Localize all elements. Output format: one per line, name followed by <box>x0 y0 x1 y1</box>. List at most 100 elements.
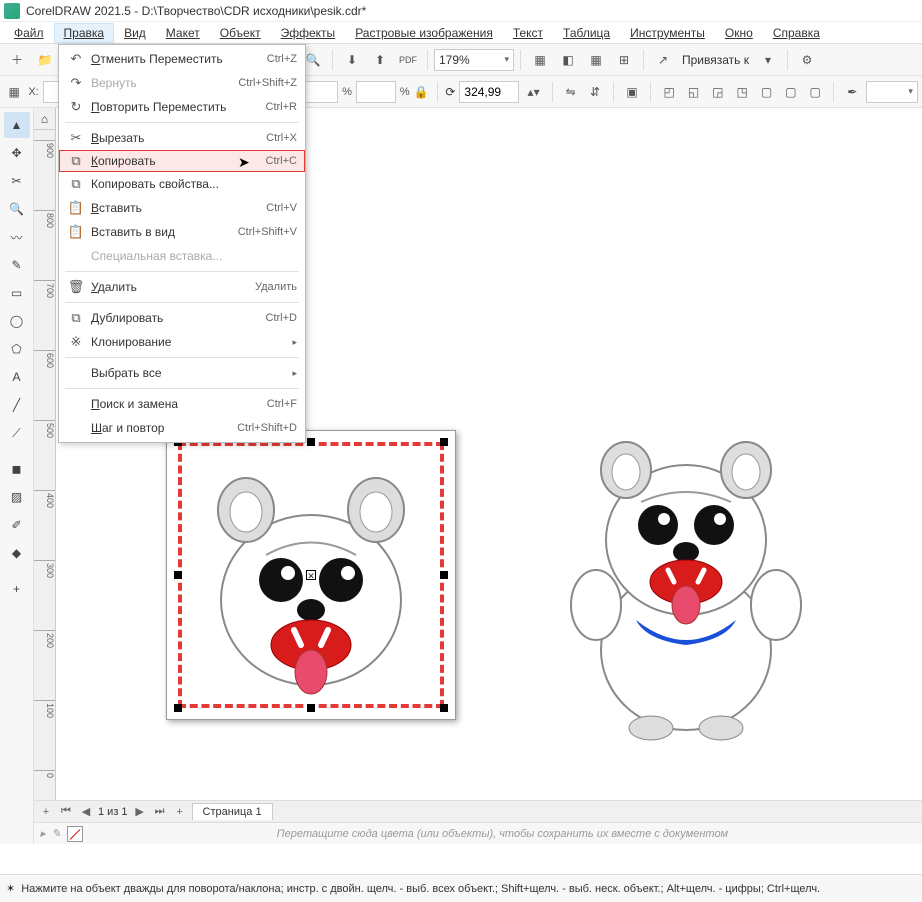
new-button[interactable]: ＋ <box>4 47 30 73</box>
document-palette[interactable]: ▸ ✎ Перетащите сюда цвета (или объекты),… <box>34 822 922 844</box>
menu-item-копировать[interactable]: ⧉КопироватьCtrl+C <box>59 150 305 172</box>
align-4[interactable]: ◳ <box>732 79 752 105</box>
menu-help[interactable]: Справка <box>763 23 830 43</box>
snap-label[interactable]: Привязать к <box>678 53 753 67</box>
menu-item-копировать-свойства...[interactable]: ⧉Копировать свойства... <box>59 172 305 196</box>
menu-item-поиск-и-замена[interactable]: Поиск и заменаCtrl+F <box>59 392 305 416</box>
snap-dropdown[interactable]: ▾ <box>755 47 781 73</box>
crop-tool[interactable]: ✂ <box>4 168 30 194</box>
eyedropper-icon[interactable]: ✎ <box>52 827 61 840</box>
menu-item-клонирование[interactable]: ※Клонирование▸ <box>59 330 305 354</box>
add-page-after-button[interactable]: + <box>172 804 188 820</box>
menu-file[interactable]: Файл <box>4 23 54 43</box>
artwork-dog-head[interactable] <box>206 470 416 700</box>
preview-button[interactable]: ◧ <box>555 47 581 73</box>
menu-item-вставить[interactable]: 📋ВставитьCtrl+V <box>59 196 305 220</box>
menu-item-шаг-и-повтор[interactable]: Шаг и повторCtrl+Shift+D <box>59 416 305 440</box>
align-3[interactable]: ◲ <box>708 79 728 105</box>
options-button[interactable]: ⚙ <box>794 47 820 73</box>
outline-width-combo[interactable] <box>866 81 918 103</box>
menu-edit[interactable]: Правка <box>54 23 115 43</box>
next-page-button[interactable]: ▶ <box>132 804 148 820</box>
grid-button[interactable]: ▦ <box>583 47 609 73</box>
zoom-tool[interactable]: 🔍 <box>4 196 30 222</box>
lock-icon[interactable]: 🔒 <box>414 85 429 99</box>
rectangle-tool[interactable]: ▭ <box>4 280 30 306</box>
menu-text[interactable]: Текст <box>503 23 553 43</box>
ellipse-tool[interactable]: ◯ <box>4 308 30 334</box>
eyedropper-tool[interactable]: ✐ <box>4 512 30 538</box>
menu-item-удалить[interactable]: 🗑УдалитьУдалить <box>59 275 305 299</box>
fill-tool[interactable]: ◆ <box>4 540 30 566</box>
polygon-tool[interactable]: ⬠ <box>4 336 30 362</box>
pixel-grid-button[interactable]: ▦ <box>4 79 24 105</box>
no-fill-swatch[interactable] <box>67 826 83 842</box>
sel-handle-bl[interactable] <box>174 704 182 712</box>
ruler-corner[interactable]: ⌂ <box>34 108 56 130</box>
menu-item-вырезать[interactable]: ✂ВырезатьCtrl+X <box>59 126 305 150</box>
menu-item-label: Удалить <box>91 280 255 294</box>
prev-page-button[interactable]: ◀ <box>78 804 94 820</box>
angle-input[interactable] <box>459 81 519 103</box>
menu-item-вставить-в-вид[interactable]: 📋Вставить в видCtrl+Shift+V <box>59 220 305 244</box>
align-7[interactable]: ▢ <box>805 79 825 105</box>
sel-handle-mr[interactable] <box>440 571 448 579</box>
ruler-vertical[interactable]: 9008007006005004003002001000 <box>34 130 56 800</box>
launch-button[interactable]: ↗ <box>650 47 676 73</box>
menu-item-выбрать-все[interactable]: Выбрать все▸ <box>59 361 305 385</box>
artwork-dog-full[interactable] <box>546 430 826 750</box>
text-tool[interactable]: A <box>4 364 30 390</box>
page-tab-1[interactable]: Страница 1 <box>192 803 273 820</box>
dropshadow-tool[interactable]: ◼ <box>4 456 30 482</box>
palette-arrow-icon[interactable]: ▸ <box>40 827 46 840</box>
menu-bitmaps[interactable]: Растровые изображения <box>345 23 503 43</box>
sel-handle-br[interactable] <box>440 704 448 712</box>
mirror-h-button[interactable]: ⇋ <box>561 79 581 105</box>
outline-pen-button[interactable]: ✒ <box>842 79 862 105</box>
last-page-button[interactable]: ⏭ <box>152 804 168 820</box>
menu-window[interactable]: Окно <box>715 23 763 43</box>
menu-item-shortcut: Удалить <box>255 281 297 293</box>
menu-tools[interactable]: Инструменты <box>620 23 715 43</box>
shape-tool[interactable]: ✥ <box>4 140 30 166</box>
order-front-button[interactable]: ▣ <box>622 79 642 105</box>
artistic-media-tool[interactable]: ✎ <box>4 252 30 278</box>
menu-effects[interactable]: Эффекты <box>271 23 346 43</box>
connector-tool[interactable]: ⟋ <box>4 420 30 446</box>
menu-item-label: Вставить в вид <box>91 225 238 239</box>
pick-tool[interactable]: ▲ <box>4 112 30 138</box>
mirror-v-button[interactable]: ⇵ <box>585 79 605 105</box>
align-6[interactable]: ▢ <box>781 79 801 105</box>
align-2[interactable]: ◱ <box>683 79 703 105</box>
first-page-button[interactable]: ⏮ <box>58 804 74 820</box>
transparency-tool[interactable]: ▨ <box>4 484 30 510</box>
zoom-combo[interactable]: 179% <box>434 49 514 71</box>
sel-handle-ml[interactable] <box>174 571 182 579</box>
align-1[interactable]: ◰ <box>659 79 679 105</box>
freehand-tool[interactable]: 〰 <box>4 224 30 250</box>
menu-item-повторить-переместить[interactable]: ↻Повторить ПереместитьCtrl+R <box>59 95 305 119</box>
menu-item-отменить-переместить[interactable]: ↶Отменить ПереместитьCtrl+Z <box>59 47 305 71</box>
sel-handle-tr[interactable] <box>440 438 448 446</box>
scale-y-input[interactable] <box>356 81 396 103</box>
open-button[interactable]: 📁 <box>32 47 58 73</box>
align-5[interactable]: ▢ <box>756 79 776 105</box>
add-tool[interactable]: + <box>4 576 30 602</box>
menu-table[interactable]: Таблица <box>553 23 620 43</box>
menu-item-дублировать[interactable]: ⧉ДублироватьCtrl+D <box>59 306 305 330</box>
sel-handle-tc[interactable] <box>307 438 315 446</box>
angle-spinner[interactable]: ▴▾ <box>523 79 543 105</box>
add-page-button[interactable]: + <box>38 804 54 820</box>
pdf-button[interactable]: PDF <box>395 47 421 73</box>
import-button[interactable]: ⬇ <box>339 47 365 73</box>
sel-center[interactable]: ✕ <box>306 570 316 580</box>
export-button[interactable]: ⬆ <box>367 47 393 73</box>
x-label: X: <box>28 86 38 98</box>
menu-view[interactable]: Вид <box>114 23 156 43</box>
sel-handle-bc[interactable] <box>307 704 315 712</box>
menu-layout[interactable]: Макет <box>156 23 210 43</box>
guides-button[interactable]: ⊞ <box>611 47 637 73</box>
dimension-tool[interactable]: ╱ <box>4 392 30 418</box>
menu-object[interactable]: Объект <box>210 23 271 43</box>
fullscreen-button[interactable]: ▦ <box>527 47 553 73</box>
